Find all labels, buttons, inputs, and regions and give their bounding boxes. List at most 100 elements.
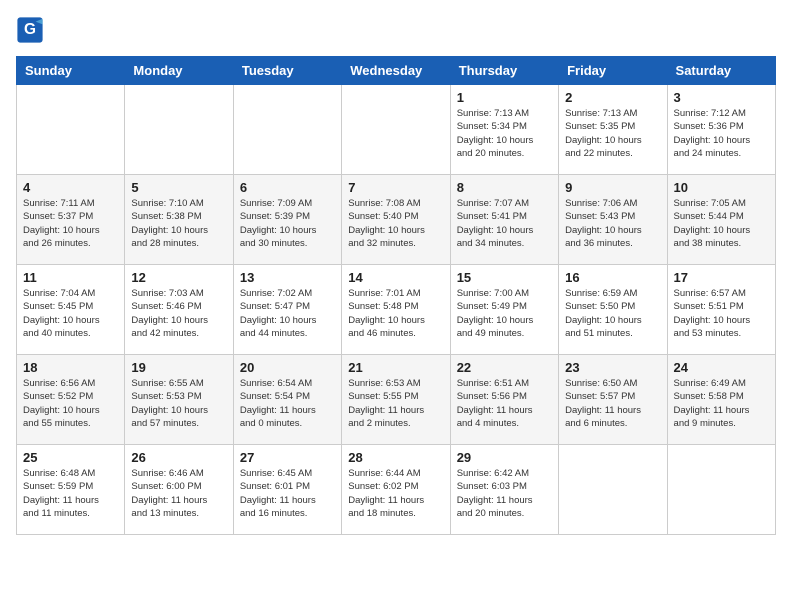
header-monday: Monday [125, 57, 233, 85]
header-thursday: Thursday [450, 57, 558, 85]
header-sunday: Sunday [17, 57, 125, 85]
week-row-2: 4 Sunrise: 7:11 AMSunset: 5:37 PMDaylight… [17, 175, 776, 265]
calendar-table: Sunday Monday Tuesday Wednesday Thursday… [16, 56, 776, 535]
day-number: 14 [348, 270, 443, 285]
day-info: Sunrise: 7:12 AMSunset: 5:36 PMDaylight:… [674, 107, 769, 160]
day-number: 22 [457, 360, 552, 375]
day-info: Sunrise: 6:55 AMSunset: 5:53 PMDaylight:… [131, 377, 226, 430]
day-info: Sunrise: 6:59 AMSunset: 5:50 PMDaylight:… [565, 287, 660, 340]
day-info: Sunrise: 7:08 AMSunset: 5:40 PMDaylight:… [348, 197, 443, 250]
calendar-cell: 25 Sunrise: 6:48 AMSunset: 5:59 PMDayligh… [17, 445, 125, 535]
logo: G [16, 16, 48, 44]
calendar-cell: 12 Sunrise: 7:03 AMSunset: 5:46 PMDayligh… [125, 265, 233, 355]
day-number: 19 [131, 360, 226, 375]
day-info: Sunrise: 6:48 AMSunset: 5:59 PMDaylight:… [23, 467, 118, 520]
week-row-4: 18 Sunrise: 6:56 AMSunset: 5:52 PMDayligh… [17, 355, 776, 445]
day-number: 9 [565, 180, 660, 195]
calendar-cell: 18 Sunrise: 6:56 AMSunset: 5:52 PMDayligh… [17, 355, 125, 445]
calendar-cell [667, 445, 775, 535]
day-info: Sunrise: 6:49 AMSunset: 5:58 PMDaylight:… [674, 377, 769, 430]
day-number: 16 [565, 270, 660, 285]
day-info: Sunrise: 6:46 AMSunset: 6:00 PMDaylight:… [131, 467, 226, 520]
header-row: Sunday Monday Tuesday Wednesday Thursday… [17, 57, 776, 85]
day-number: 17 [674, 270, 769, 285]
calendar-cell: 19 Sunrise: 6:55 AMSunset: 5:53 PMDayligh… [125, 355, 233, 445]
day-number: 1 [457, 90, 552, 105]
calendar-cell: 20Sunrise: 6:54 AMSunset: 5:54 PMDayligh… [233, 355, 341, 445]
calendar-cell: 21 Sunrise: 6:53 AMSunset: 5:55 PMDayligh… [342, 355, 450, 445]
day-number: 3 [674, 90, 769, 105]
calendar-cell [342, 85, 450, 175]
calendar-cell: 17 Sunrise: 6:57 AMSunset: 5:51 PMDayligh… [667, 265, 775, 355]
day-info: Sunrise: 7:07 AMSunset: 5:41 PMDaylight:… [457, 197, 552, 250]
day-info: Sunrise: 6:56 AMSunset: 5:52 PMDaylight:… [23, 377, 118, 430]
day-number: 26 [131, 450, 226, 465]
day-info: Sunrise: 7:13 AMSunset: 5:34 PMDaylight:… [457, 107, 552, 160]
day-info: Sunrise: 6:50 AMSunset: 5:57 PMDaylight:… [565, 377, 660, 430]
calendar-cell: 23 Sunrise: 6:50 AMSunset: 5:57 PMDayligh… [559, 355, 667, 445]
calendar-cell: 15 Sunrise: 7:00 AMSunset: 5:49 PMDayligh… [450, 265, 558, 355]
day-number: 12 [131, 270, 226, 285]
day-number: 23 [565, 360, 660, 375]
calendar-cell [125, 85, 233, 175]
day-info: Sunrise: 7:11 AMSunset: 5:37 PMDaylight:… [23, 197, 118, 250]
day-number: 6 [240, 180, 335, 195]
day-number: 27 [240, 450, 335, 465]
day-number: 21 [348, 360, 443, 375]
day-number: 18 [23, 360, 118, 375]
day-info: Sunrise: 7:00 AMSunset: 5:49 PMDaylight:… [457, 287, 552, 340]
day-number: 7 [348, 180, 443, 195]
calendar-cell: 27 Sunrise: 6:45 AMSunset: 6:01 PMDayligh… [233, 445, 341, 535]
calendar-cell: 24 Sunrise: 6:49 AMSunset: 5:58 PMDayligh… [667, 355, 775, 445]
svg-text:G: G [24, 21, 36, 38]
calendar-cell: 22Sunrise: 6:51 AMSunset: 5:56 PMDayligh… [450, 355, 558, 445]
calendar-cell: 26 Sunrise: 6:46 AMSunset: 6:00 PMDayligh… [125, 445, 233, 535]
calendar-cell: 11 Sunrise: 7:04 AMSunset: 5:45 PMDayligh… [17, 265, 125, 355]
day-number: 4 [23, 180, 118, 195]
day-info: Sunrise: 7:06 AMSunset: 5:43 PMDaylight:… [565, 197, 660, 250]
calendar-cell [559, 445, 667, 535]
calendar-cell: 13 Sunrise: 7:02 AMSunset: 5:47 PMDayligh… [233, 265, 341, 355]
day-info: Sunrise: 6:45 AMSunset: 6:01 PMDaylight:… [240, 467, 335, 520]
header-saturday: Saturday [667, 57, 775, 85]
week-row-3: 11 Sunrise: 7:04 AMSunset: 5:45 PMDayligh… [17, 265, 776, 355]
day-number: 15 [457, 270, 552, 285]
calendar-cell: 1 Sunrise: 7:13 AMSunset: 5:34 PMDaylight… [450, 85, 558, 175]
calendar-cell [17, 85, 125, 175]
calendar-cell: 29 Sunrise: 6:42 AMSunset: 6:03 PMDayligh… [450, 445, 558, 535]
calendar-cell: 9 Sunrise: 7:06 AMSunset: 5:43 PMDaylight… [559, 175, 667, 265]
calendar-cell: 3 Sunrise: 7:12 AMSunset: 5:36 PMDaylight… [667, 85, 775, 175]
day-number: 24 [674, 360, 769, 375]
calendar-cell: 14 Sunrise: 7:01 AMSunset: 5:48 PMDayligh… [342, 265, 450, 355]
calendar-cell: 7 Sunrise: 7:08 AMSunset: 5:40 PMDaylight… [342, 175, 450, 265]
day-number: 2 [565, 90, 660, 105]
day-info: Sunrise: 6:42 AMSunset: 6:03 PMDaylight:… [457, 467, 552, 520]
day-number: 29 [457, 450, 552, 465]
calendar-cell: 8 Sunrise: 7:07 AMSunset: 5:41 PMDaylight… [450, 175, 558, 265]
day-number: 5 [131, 180, 226, 195]
day-info: Sunrise: 7:05 AMSunset: 5:44 PMDaylight:… [674, 197, 769, 250]
header-tuesday: Tuesday [233, 57, 341, 85]
calendar-cell: 2 Sunrise: 7:13 AMSunset: 5:35 PMDaylight… [559, 85, 667, 175]
day-number: 8 [457, 180, 552, 195]
day-info: Sunrise: 7:02 AMSunset: 5:47 PMDaylight:… [240, 287, 335, 340]
calendar-cell: 5Sunrise: 7:10 AMSunset: 5:38 PMDaylight… [125, 175, 233, 265]
day-info: Sunrise: 7:04 AMSunset: 5:45 PMDaylight:… [23, 287, 118, 340]
day-info: Sunrise: 6:57 AMSunset: 5:51 PMDaylight:… [674, 287, 769, 340]
calendar-cell: 6 Sunrise: 7:09 AMSunset: 5:39 PMDaylight… [233, 175, 341, 265]
day-number: 10 [674, 180, 769, 195]
calendar-cell: 4 Sunrise: 7:11 AMSunset: 5:37 PMDaylight… [17, 175, 125, 265]
day-number: 11 [23, 270, 118, 285]
logo-icon: G [16, 16, 44, 44]
day-info: Sunrise: 7:13 AMSunset: 5:35 PMDaylight:… [565, 107, 660, 160]
day-number: 25 [23, 450, 118, 465]
day-info: Sunrise: 7:09 AMSunset: 5:39 PMDaylight:… [240, 197, 335, 250]
day-info: Sunrise: 7:03 AMSunset: 5:46 PMDaylight:… [131, 287, 226, 340]
calendar-cell: 28Sunrise: 6:44 AMSunset: 6:02 PMDayligh… [342, 445, 450, 535]
calendar-cell: 10 Sunrise: 7:05 AMSunset: 5:44 PMDayligh… [667, 175, 775, 265]
calendar-cell [233, 85, 341, 175]
header-wednesday: Wednesday [342, 57, 450, 85]
day-info: Sunrise: 6:53 AMSunset: 5:55 PMDaylight:… [348, 377, 443, 430]
day-number: 13 [240, 270, 335, 285]
day-info: Sunrise: 7:01 AMSunset: 5:48 PMDaylight:… [348, 287, 443, 340]
